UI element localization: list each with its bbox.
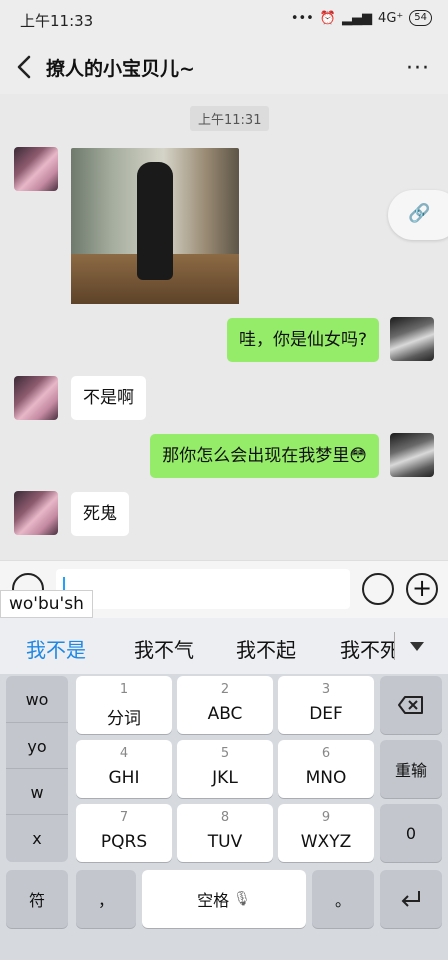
key-label: GHI bbox=[108, 768, 140, 788]
key-label: 重输 bbox=[394, 761, 427, 780]
contact-avatar[interactable] bbox=[14, 376, 58, 420]
message-timestamp: 上午11:31 bbox=[190, 106, 270, 131]
battery-icon: 54 bbox=[409, 10, 432, 26]
key-label: MNO bbox=[305, 768, 347, 788]
space-key-content: 空格 🎙 bbox=[142, 870, 306, 928]
key-number: 5 bbox=[220, 746, 230, 761]
key-number: 9 bbox=[321, 810, 331, 825]
space-key[interactable]: 空格 🎙 bbox=[142, 870, 306, 928]
more-options-icon[interactable]: ··· bbox=[406, 56, 430, 81]
sent-message-bubble[interactable]: 哇，你是仙女吗? bbox=[226, 318, 379, 362]
key-9[interactable]: 9 WXYZ bbox=[278, 804, 374, 862]
image-message[interactable] bbox=[71, 148, 239, 304]
period-key[interactable]: 。 bbox=[312, 870, 374, 928]
key-1[interactable]: 1 分词 bbox=[76, 676, 172, 734]
key-label: PQRS bbox=[100, 832, 148, 852]
back-arrow-icon[interactable] bbox=[14, 54, 36, 80]
pinyin-choice-column: wo yo w x bbox=[6, 676, 68, 862]
key-number: 6 bbox=[321, 746, 331, 761]
message-input[interactable] bbox=[56, 569, 350, 609]
chat-title: 撩人的小宝贝儿~ bbox=[46, 58, 195, 80]
network-type: 4G⁺ bbox=[378, 10, 404, 26]
key-label: 。 bbox=[334, 891, 351, 910]
alarm-icon: ⏰ bbox=[319, 10, 337, 26]
key-7[interactable]: 7 PQRS bbox=[76, 804, 172, 862]
chat-area[interactable]: 上午11:31 🔗 哇，你是仙女吗? 不是啊 那你怎么会出现在我梦里😳 死鬼 bbox=[0, 94, 448, 560]
candidate-bar: 我不是 我不气 我不起 我不死 bbox=[0, 618, 448, 674]
key-label: 空格 bbox=[197, 891, 230, 910]
link-icon: 🔗 bbox=[408, 203, 431, 224]
candidate-clip: 我不死 bbox=[340, 634, 394, 662]
status-icons: ••• ⏰ ▂▄▆ 4G⁺ 54 bbox=[291, 10, 432, 26]
pinyin-choice[interactable]: x bbox=[6, 814, 68, 861]
symbol-key[interactable]: 符 bbox=[6, 870, 68, 928]
key-8[interactable]: 8 TUV bbox=[177, 804, 273, 862]
candidate-separator bbox=[394, 632, 395, 660]
candidate-word[interactable]: 我不气 bbox=[134, 634, 194, 663]
pinyin-choice[interactable]: w bbox=[6, 768, 68, 815]
key-number: 1 bbox=[119, 682, 129, 697]
key-6[interactable]: 6 MNO bbox=[278, 740, 374, 798]
microphone-icon: 🎙 bbox=[233, 891, 251, 907]
key-label: DEF bbox=[309, 704, 343, 724]
key-label: 符 bbox=[28, 891, 45, 910]
my-avatar[interactable] bbox=[390, 433, 434, 477]
status-bar: 上午11:33 ••• ⏰ ▂▄▆ 4G⁺ 54 bbox=[0, 0, 448, 40]
pinyin-choice[interactable]: wo bbox=[6, 676, 68, 722]
key-3[interactable]: 3 DEF bbox=[278, 676, 374, 734]
my-avatar[interactable] bbox=[390, 317, 434, 361]
key-number: 8 bbox=[220, 810, 230, 825]
comma-key[interactable]: ， bbox=[76, 870, 136, 928]
key-label: TUV bbox=[207, 832, 243, 852]
sent-message-bubble[interactable]: 那你怎么会出现在我梦里😳 bbox=[150, 434, 379, 478]
t9-keyboard: wo yo w x 1 分词 2 ABC 3 DEF 4 GHI 5 JKL 6… bbox=[0, 674, 448, 960]
key-number: 4 bbox=[119, 746, 129, 761]
contact-avatar[interactable] bbox=[14, 147, 58, 191]
candidate-word[interactable]: 我不起 bbox=[236, 634, 296, 663]
plus-icon[interactable]: + bbox=[406, 573, 438, 605]
zero-key[interactable]: 0 bbox=[380, 804, 442, 862]
key-5[interactable]: 5 JKL bbox=[177, 740, 273, 798]
key-label: WXYZ bbox=[300, 832, 352, 852]
pinyin-composition: wo'bu'sh bbox=[0, 590, 93, 618]
backspace-icon bbox=[398, 696, 423, 714]
enter-key[interactable] bbox=[380, 870, 442, 928]
contact-avatar[interactable] bbox=[14, 491, 58, 535]
chat-header: 撩人的小宝贝儿~ ··· bbox=[0, 40, 448, 94]
key-label: 分词 bbox=[107, 709, 141, 729]
floating-link-button[interactable]: 🔗 bbox=[388, 190, 448, 240]
received-message-bubble[interactable]: 死鬼 bbox=[71, 492, 129, 536]
key-label: 0 bbox=[405, 823, 417, 843]
key-number: 3 bbox=[321, 682, 331, 697]
more-dots-icon: ••• bbox=[290, 10, 314, 26]
photo-figure bbox=[137, 162, 173, 280]
pinyin-choice[interactable]: yo bbox=[6, 722, 68, 769]
reenter-key[interactable]: 重输 bbox=[380, 740, 442, 798]
candidate-word[interactable]: 我不死 bbox=[340, 634, 394, 662]
key-number: 2 bbox=[220, 682, 230, 697]
key-4[interactable]: 4 GHI bbox=[76, 740, 172, 798]
key-2[interactable]: 2 ABC bbox=[177, 676, 273, 734]
key-label: JKL bbox=[212, 768, 238, 788]
backspace-key[interactable] bbox=[380, 676, 442, 734]
emoji-icon[interactable] bbox=[362, 573, 394, 605]
signal-icon: ▂▄▆ bbox=[342, 10, 373, 26]
expand-candidates-icon[interactable] bbox=[410, 642, 424, 651]
key-label: ， bbox=[97, 891, 114, 910]
key-label: ABC bbox=[207, 704, 243, 724]
status-time: 上午11:33 bbox=[20, 12, 94, 30]
key-number: 7 bbox=[119, 810, 129, 825]
enter-icon bbox=[401, 891, 420, 907]
received-message-bubble[interactable]: 不是啊 bbox=[71, 376, 146, 420]
candidate-word[interactable]: 我不是 bbox=[26, 634, 86, 663]
